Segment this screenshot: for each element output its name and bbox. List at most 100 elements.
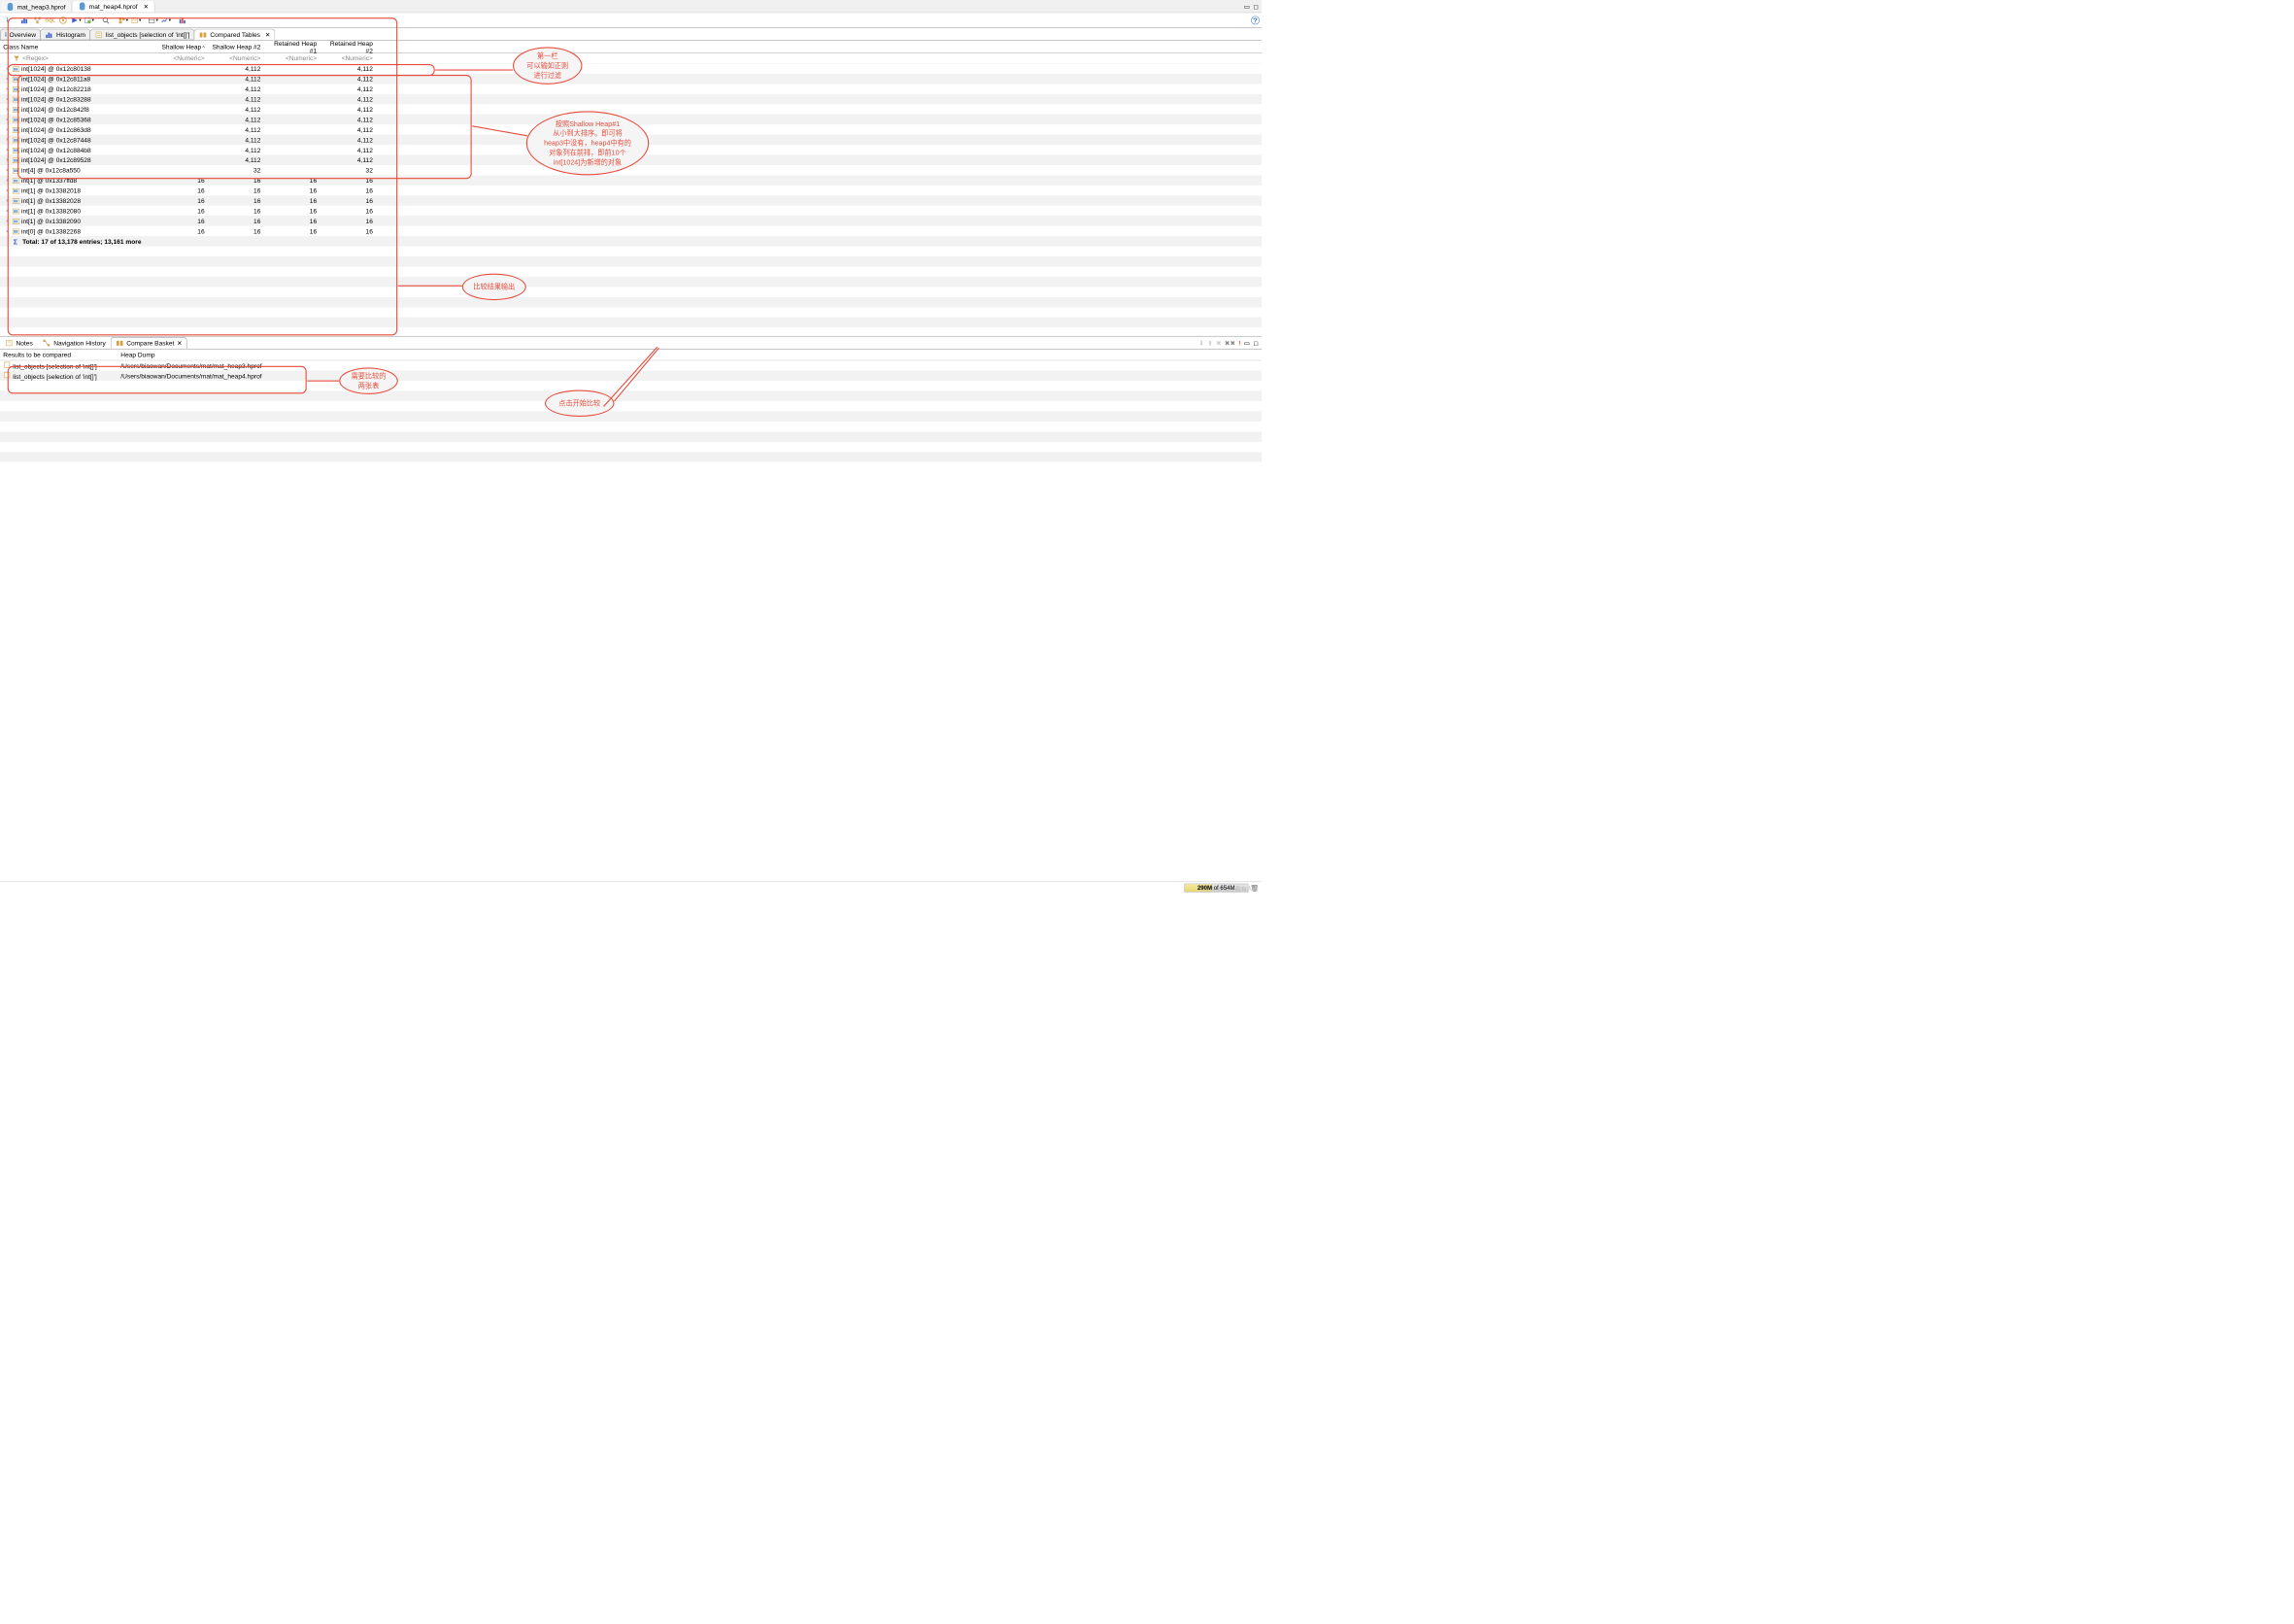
maximize-icon[interactable]: ◻ xyxy=(1253,2,1258,10)
search-button[interactable] xyxy=(100,15,111,25)
cell-retained-heap-1: 16 xyxy=(264,216,320,226)
move-down-button[interactable]: ⬇ xyxy=(1198,339,1204,347)
cell-retained-heap-1: 16 xyxy=(264,175,320,186)
expand-icon[interactable]: › xyxy=(3,86,11,92)
remove-all-button[interactable]: ✖✖ xyxy=(1225,339,1235,347)
table-row[interactable]: › int[1] @ 0x13382090 16 16 16 16 xyxy=(0,216,1262,225)
cell-shallow-heap-2: 16 xyxy=(209,186,265,196)
object-name: int[1] @ 0x13382090 xyxy=(21,218,81,225)
cell-shallow-heap: 16 xyxy=(155,225,209,236)
regex-filter-input[interactable]: <Regex> xyxy=(22,54,49,62)
query-browser-button[interactable]: ▾ xyxy=(84,15,94,25)
numeric-filter-input[interactable]: <Numeric> xyxy=(320,52,377,63)
expand-icon[interactable]: › xyxy=(3,167,11,173)
expand-icon[interactable]: › xyxy=(3,106,11,112)
cell-shallow-heap-2: 32 xyxy=(209,165,265,176)
cell-retained-heap-2: 16 xyxy=(320,225,377,236)
tab-label: list_objects [selection of 'int[]'] xyxy=(106,31,190,39)
minimize-icon[interactable]: ▭ xyxy=(1244,2,1250,10)
close-icon[interactable]: ✕ xyxy=(144,3,150,11)
table-row[interactable]: › int[1] @ 0x13382018 16 16 16 16 xyxy=(0,186,1262,195)
numeric-filter-input[interactable]: <Numeric> xyxy=(209,52,265,63)
move-up-button[interactable]: ⬆ xyxy=(1207,339,1213,347)
run-compare-button[interactable]: ! xyxy=(1238,339,1240,347)
expand-icon[interactable]: › xyxy=(3,76,11,82)
cell-retained-heap-2: 4,112 xyxy=(320,124,377,135)
maximize-icon[interactable]: ◻ xyxy=(1253,339,1258,347)
array-object-icon xyxy=(13,106,20,114)
total-row[interactable]: ΣTotal: 17 of 13,178 entries; 13,161 mor… xyxy=(0,236,1262,246)
editor-tab-heap3[interactable]: mat_heap3.hprof xyxy=(1,1,72,13)
database-icon xyxy=(6,2,15,11)
heap-dump-path: /Users/biaowan/Documents/mat/mat_heap3.h… xyxy=(120,362,1259,370)
expand-icon[interactable]: › xyxy=(3,157,11,163)
expand-icon[interactable]: › xyxy=(3,137,11,143)
group-button[interactable]: ▾ xyxy=(118,15,128,25)
cell-retained-heap-1 xyxy=(264,149,320,152)
cell-retained-heap-1 xyxy=(264,87,320,90)
tree-button[interactable] xyxy=(32,15,43,25)
object-name: int[1] @ 0x13382018 xyxy=(21,186,81,194)
col-results[interactable]: Results to be compared xyxy=(3,351,120,358)
expand-icon[interactable]: › xyxy=(3,208,11,214)
expand-icon[interactable]: › xyxy=(3,96,11,102)
table-row[interactable]: › int[1] @ 0x13382028 16 16 16 16 xyxy=(0,195,1262,205)
calc-retained-button[interactable]: ▾ xyxy=(130,15,141,25)
minimize-icon[interactable]: ▭ xyxy=(1244,339,1250,347)
compare-row[interactable]: list_objects [selection of 'int[]'] /Use… xyxy=(0,360,1262,370)
editor-tab-heap4[interactable]: mat_heap4.hprof ✕ xyxy=(73,1,155,13)
table-row[interactable]: › int[1024] @ 0x12c83288 4,112 4,112 xyxy=(0,94,1262,104)
object-name: int[1024] @ 0x12c80138 xyxy=(21,65,91,73)
table-row[interactable]: › int[1024] @ 0x12c82218 4,112 4,112 xyxy=(0,84,1262,93)
tab-list-objects[interactable]: list_objects [selection of 'int[]'] xyxy=(89,29,194,41)
expand-icon[interactable]: › xyxy=(3,218,11,223)
table-row[interactable]: › int[1024] @ 0x12c80138 4,112 4,112 xyxy=(0,63,1262,73)
cell-shallow-heap-2: 4,112 xyxy=(209,94,265,105)
tab-navigation-history[interactable]: Navigation History xyxy=(38,337,111,349)
column-shallow-heap-2[interactable]: Shallow Heap #2 xyxy=(209,42,265,52)
cell-shallow-heap: 16 xyxy=(155,216,209,226)
expand-icon[interactable]: › xyxy=(3,117,11,122)
run-report-button[interactable]: ▾ xyxy=(71,15,82,25)
remove-button[interactable]: ✖ xyxy=(1216,339,1222,347)
object-name: int[4] @ 0x12c8a550 xyxy=(21,166,81,174)
close-icon[interactable]: ✕ xyxy=(177,339,183,347)
cell-shallow-heap-2: 4,112 xyxy=(209,63,265,74)
expand-icon[interactable]: › xyxy=(3,126,11,132)
cell-retained-heap-1: 16 xyxy=(264,195,320,206)
table-row[interactable]: › int[1] @ 0x1337ffd8 16 16 16 16 xyxy=(0,175,1262,185)
column-class-name[interactable]: Class Name xyxy=(0,42,155,52)
column-shallow-heap[interactable]: Shallow Heap^ xyxy=(155,42,209,52)
col-heap-dump[interactable]: Heap Dump xyxy=(120,351,1259,358)
expand-icon[interactable]: › xyxy=(3,147,11,152)
tab-histogram[interactable]: Histogram xyxy=(40,29,90,41)
table-row[interactable]: › int[0] @ 0x13382268 16 16 16 16 xyxy=(0,226,1262,236)
object-name: int[1024] @ 0x12c884b8 xyxy=(21,146,91,153)
table-row[interactable]: › int[1] @ 0x13382080 16 16 16 16 xyxy=(0,206,1262,216)
compare-button[interactable] xyxy=(178,15,188,25)
export-button[interactable]: ▾ xyxy=(148,15,158,25)
cell-shallow-heap xyxy=(155,108,209,111)
tab-compare-basket[interactable]: Compare Basket ✕ xyxy=(111,337,187,349)
expand-icon[interactable]: › xyxy=(3,178,11,184)
cell-retained-heap-1 xyxy=(264,108,320,111)
table-row[interactable]: › int[1024] @ 0x12c842f8 4,112 4,112 xyxy=(0,104,1262,114)
expand-icon[interactable]: › xyxy=(3,66,11,72)
info-button[interactable]: i xyxy=(2,15,13,25)
cell-shallow-heap-2: 4,112 xyxy=(209,154,265,165)
tab-compared-tables[interactable]: Compared Tables ✕ xyxy=(194,29,276,41)
histogram-button[interactable] xyxy=(19,15,30,25)
expand-icon[interactable]: › xyxy=(3,228,11,234)
chart-export-button[interactable]: ▾ xyxy=(160,15,171,25)
numeric-filter-input[interactable]: <Numeric> xyxy=(155,52,209,63)
help-button[interactable]: ? xyxy=(1251,16,1260,24)
table-row[interactable]: › int[1024] @ 0x12c811a8 4,112 4,112 xyxy=(0,74,1262,84)
expand-icon[interactable]: › xyxy=(3,187,11,193)
numeric-filter-input[interactable]: <Numeric> xyxy=(264,52,320,63)
expand-icon[interactable]: › xyxy=(3,198,11,204)
cell-shallow-heap-2: 16 xyxy=(209,216,265,226)
threads-button[interactable] xyxy=(57,15,68,25)
tab-notes[interactable]: Notes xyxy=(0,337,38,349)
oql-button[interactable]: OQL xyxy=(45,15,55,25)
tab-overview[interactable]: i Overview xyxy=(0,29,41,41)
